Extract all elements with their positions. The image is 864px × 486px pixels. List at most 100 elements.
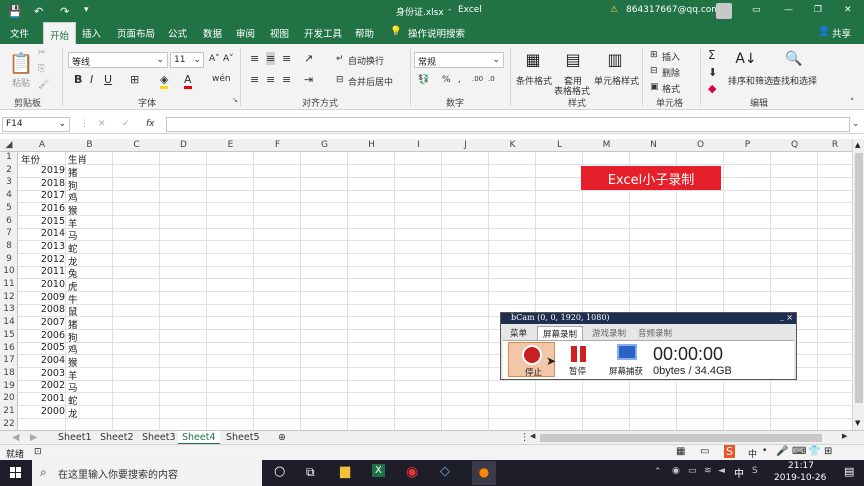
save-icon[interactable]: 💾 <box>8 5 22 18</box>
row-header[interactable]: 15 <box>0 330 18 340</box>
number-format-select[interactable]: 常规 ⌄ <box>414 52 504 68</box>
row-header[interactable]: 16 <box>0 343 18 353</box>
cell-zodiac[interactable]: 鸡 <box>68 190 78 204</box>
menu-page-layout[interactable]: 页面布局 <box>117 26 155 40</box>
sheet-tab-5[interactable]: Sheet5 <box>226 432 260 443</box>
row-header[interactable]: 6 <box>0 216 18 226</box>
font-name-select[interactable]: 等线 ⌄ <box>68 52 168 68</box>
restore-icon[interactable]: ❐ <box>814 5 822 15</box>
column-header[interactable]: I <box>395 140 442 150</box>
tray-icon[interactable]: ◉ <box>672 466 680 476</box>
cell-year[interactable]: 2003 <box>19 368 65 379</box>
column-header[interactable]: L <box>536 140 583 150</box>
row-header[interactable]: 1 <box>0 152 18 162</box>
select-all-corner[interactable]: ◢ <box>0 140 18 150</box>
cancel-icon[interactable]: ✕ <box>98 119 106 129</box>
column-header[interactable]: M <box>583 140 630 150</box>
decrease-font-icon[interactable]: A˅ <box>223 54 234 64</box>
column-header[interactable]: K <box>489 140 536 150</box>
column-header[interactable]: D <box>160 140 207 150</box>
sort-filter-button[interactable]: 排序和筛选 <box>728 74 773 87</box>
insert-cells-button[interactable]: 插入 <box>662 50 680 63</box>
row-header[interactable]: 7 <box>0 228 18 238</box>
column-header[interactable]: Q <box>771 140 818 150</box>
scroll-up-icon[interactable]: ▲ <box>855 141 860 149</box>
chrome-icon[interactable]: ◉ <box>406 464 418 480</box>
expand-formula-icon[interactable]: ⌄ <box>852 119 860 129</box>
name-box[interactable]: F14 ⌄ <box>2 117 70 132</box>
clear-icon[interactable]: ◆ <box>708 82 716 95</box>
delete-cells-button[interactable]: 删除 <box>662 66 680 79</box>
cell-year[interactable]: 2017 <box>19 190 65 201</box>
row-header[interactable]: 21 <box>0 406 18 416</box>
copy-icon[interactable]: ⎘ <box>38 64 45 74</box>
minimize-icon[interactable]: — <box>784 5 793 15</box>
column-header[interactable]: R <box>818 140 852 150</box>
tab-menu[interactable]: 菜单 <box>505 326 532 340</box>
tell-me-search[interactable]: 操作说明搜索 <box>408 26 465 40</box>
column-header[interactable]: F <box>254 140 301 150</box>
ribbon-display-icon[interactable]: ▭ <box>752 5 761 15</box>
cell-zodiac[interactable]: 龙 <box>68 406 78 420</box>
sheet-tab-2[interactable]: Sheet2 <box>100 432 134 443</box>
comma-icon[interactable]: , <box>458 75 461 85</box>
increase-decimal-icon[interactable]: .00 <box>472 75 483 83</box>
cell-year[interactable]: 2006 <box>19 330 65 341</box>
file-explorer-icon[interactable]: ▆ <box>340 464 350 479</box>
font-dialog-launcher-icon[interactable]: ↘ <box>232 96 238 104</box>
app-icon[interactable]: ◇ <box>440 464 450 479</box>
percent-icon[interactable]: % <box>442 75 451 85</box>
voice-icon[interactable]: 🎤 <box>776 446 788 457</box>
excel-taskbar-icon[interactable]: X <box>372 464 385 477</box>
redo-icon[interactable]: ↷ <box>60 5 69 18</box>
currency-icon[interactable]: 💱 <box>418 75 429 85</box>
horizontal-scrollbar[interactable] <box>540 434 822 442</box>
cell-year[interactable]: 2010 <box>19 279 65 290</box>
fill-color-icon[interactable]: ◈ <box>160 73 169 89</box>
multitask-icon[interactable]: ⧉ <box>306 465 315 480</box>
cell-zodiac[interactable]: 兔 <box>68 266 78 280</box>
cell-year[interactable]: 2018 <box>19 178 65 189</box>
keyboard-icon[interactable]: ⌨ <box>792 446 806 457</box>
indent-icon[interactable]: ⇥ <box>304 73 313 86</box>
paste-button[interactable]: 粘贴 <box>12 76 30 89</box>
cell-year[interactable]: 2004 <box>19 355 65 366</box>
share-icon[interactable]: 👤 <box>818 26 830 37</box>
row-header[interactable]: 18 <box>0 368 18 378</box>
row-header[interactable]: 11 <box>0 279 18 289</box>
clock-time[interactable]: 21:17 <box>788 461 814 471</box>
find-select-button[interactable]: 查找和选择 <box>772 74 817 87</box>
menu-review[interactable]: 审阅 <box>236 26 255 40</box>
add-sheet-icon[interactable]: ⊕ <box>278 432 286 443</box>
cell-year[interactable]: 2009 <box>19 292 65 303</box>
account-email[interactable]: 864317667@qq.com <box>626 5 720 15</box>
orientation-icon[interactable]: ↗ <box>304 52 313 65</box>
scroll-left-icon[interactable]: ◀ <box>530 432 535 440</box>
align-top-icon[interactable]: ≡ <box>250 52 259 65</box>
share-button[interactable]: 共享 <box>832 26 851 40</box>
vertical-scrollbar[interactable]: ▲ ▼ <box>852 139 864 430</box>
punctuation-icon[interactable]: • <box>762 446 767 456</box>
recorder-window[interactable]: bCam (0, 0, 1920, 1080) _ × 菜单 屏幕录制 游戏录制… <box>500 312 797 380</box>
sheet-tab-4-active[interactable]: Sheet4 <box>178 431 220 445</box>
align-middle-icon[interactable]: ≡ <box>266 52 276 65</box>
scroll-thumb[interactable] <box>855 153 863 403</box>
decrease-decimal-icon[interactable]: .0 <box>488 75 495 83</box>
row-header[interactable]: 2 <box>0 165 18 175</box>
column-header[interactable]: B <box>66 140 113 150</box>
cell-year[interactable]: 2019 <box>19 165 65 176</box>
cell-year[interactable]: 2011 <box>19 266 65 277</box>
cell-year[interactable]: 2013 <box>19 241 65 252</box>
menu-help[interactable]: 帮助 <box>355 26 374 40</box>
row-header[interactable]: 20 <box>0 393 18 403</box>
column-header[interactable]: J <box>442 140 489 150</box>
toolbox-icon[interactable]: ⊞ <box>824 446 832 457</box>
align-bottom-icon[interactable]: ≡ <box>282 52 291 65</box>
notification-icon[interactable]: ▤ <box>844 465 854 478</box>
cell-zodiac[interactable]: 鼠 <box>68 304 78 318</box>
column-header[interactable]: N <box>630 140 677 150</box>
tab-audio-record[interactable]: 音频录制 <box>633 326 677 340</box>
cell-zodiac[interactable]: 鸡 <box>68 342 78 356</box>
taskbar-ime[interactable]: 中 <box>734 465 744 480</box>
ime-tray-icon[interactable]: S <box>752 466 758 476</box>
